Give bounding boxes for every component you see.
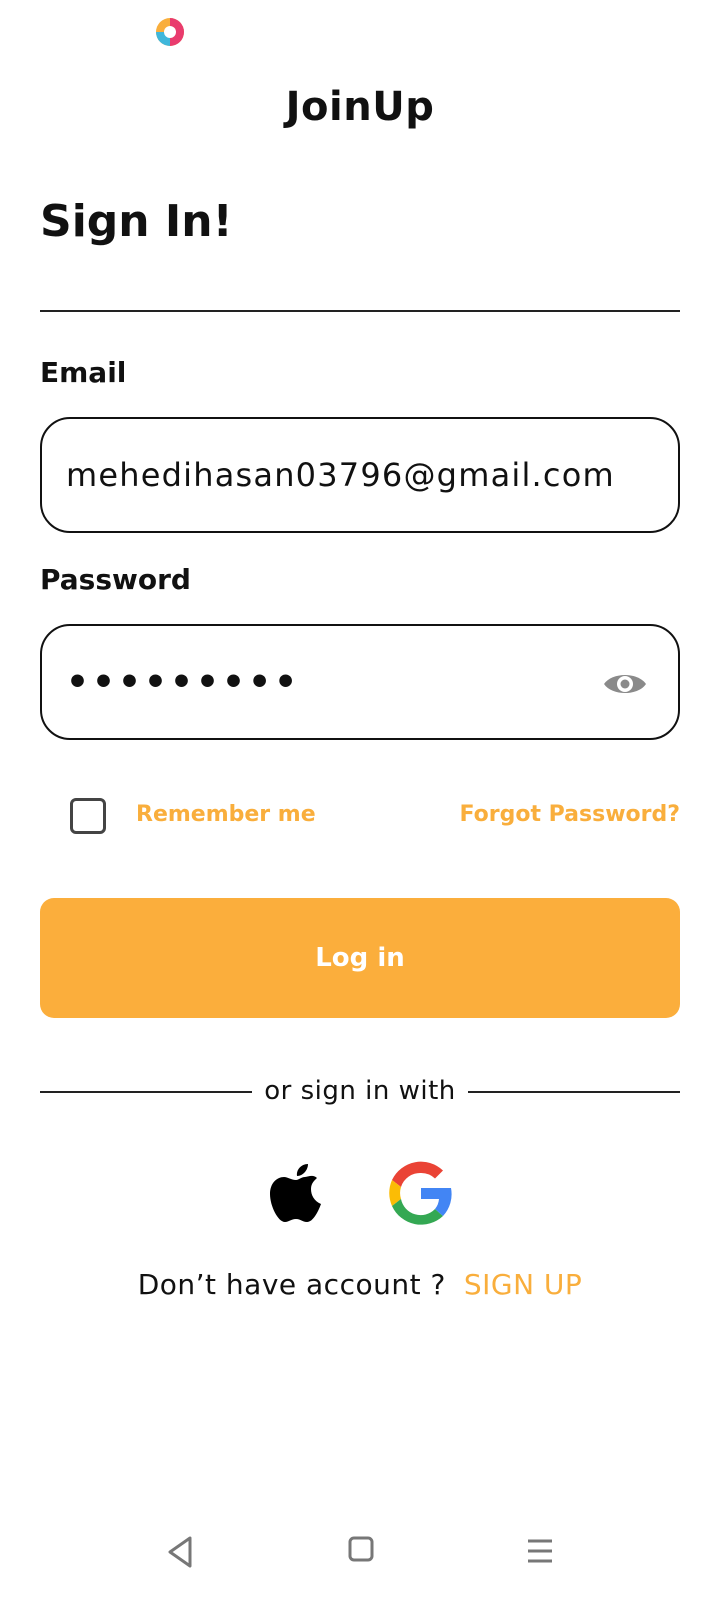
divider-right [468, 1091, 680, 1093]
remember-checkbox[interactable] [70, 798, 106, 834]
apple-icon[interactable] [268, 1158, 324, 1224]
page-title: Sign In! [40, 196, 233, 247]
password-field[interactable]: ••••••••• [40, 624, 680, 740]
remember-row: Remember me Forgot Password? [40, 796, 680, 836]
eye-icon[interactable] [602, 664, 648, 704]
signup-row: Don’t have account ? SIGN UP [0, 1268, 720, 1301]
password-label: Password [40, 563, 191, 596]
forgot-password-link[interactable]: Forgot Password? [459, 802, 680, 827]
email-label: Email [40, 356, 127, 389]
login-button[interactable]: Log in [40, 898, 680, 1018]
app-title: JoinUp [285, 84, 435, 130]
app-logo-icon [156, 18, 184, 46]
email-value: mehedihasan03796@gmail.com [66, 456, 615, 494]
home-icon[interactable] [348, 1536, 374, 1562]
back-icon[interactable] [164, 1534, 196, 1570]
social-login-row [0, 1158, 720, 1228]
google-icon[interactable] [388, 1160, 454, 1226]
system-nav-bar [0, 1530, 720, 1574]
divider [40, 310, 680, 312]
social-divider: or sign in with [40, 1074, 680, 1110]
password-value: ••••••••• [66, 661, 301, 703]
remember-label[interactable]: Remember me [136, 802, 316, 827]
signup-prompt: Don’t have account ? [137, 1268, 446, 1301]
email-field[interactable]: mehedihasan03796@gmail.com [40, 417, 680, 533]
menu-icon[interactable] [526, 1538, 554, 1564]
signup-link[interactable]: SIGN UP [464, 1268, 582, 1301]
